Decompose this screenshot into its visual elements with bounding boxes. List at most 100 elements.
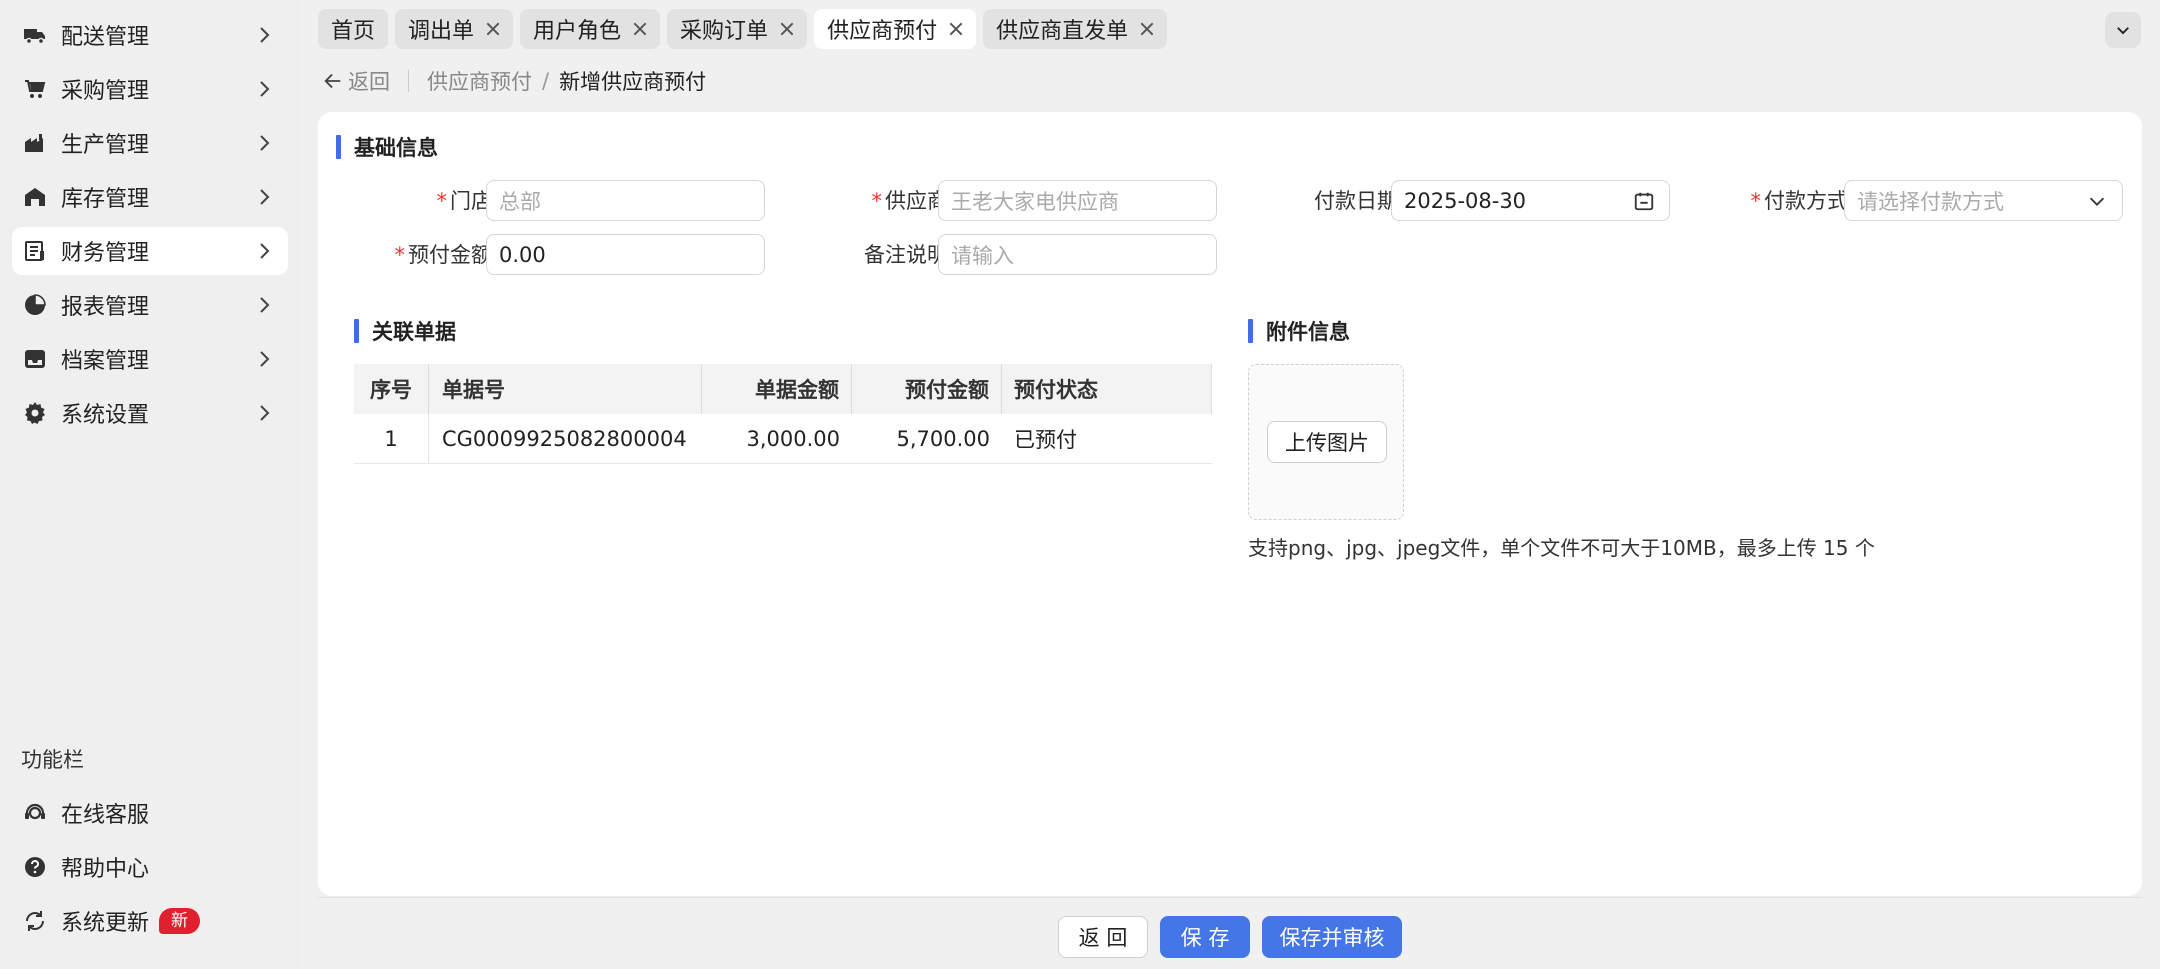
remark-field[interactable]: 请输入 [938, 234, 1217, 275]
tab-supplier-prepay[interactable]: 供应商预付 [814, 9, 977, 49]
payment-date-field[interactable]: 2025-08-30 [1391, 180, 1670, 221]
sidebar-item-archives[interactable]: 档案管理 [12, 335, 288, 383]
back-link[interactable]: 返回 [322, 66, 390, 96]
breadcrumb-divider [408, 70, 409, 92]
tab-bar: 首页 调出单 用户角色 采购订单 供应商预付 供应商直发单 [318, 9, 1168, 49]
payment-method-select[interactable]: 请选择付款方式 [1844, 180, 2123, 221]
function-bar-title: 功能栏 [21, 748, 84, 772]
refresh-icon [23, 909, 47, 933]
save-button[interactable]: 保 存 [1160, 916, 1250, 958]
form-card: 基础信息 * 门店 总部 * 供应商 王老大家电供应商 付款日期 2025-08-3… [318, 112, 2142, 896]
back-button[interactable]: 返 回 [1058, 916, 1148, 958]
tab-label: 采购订单 [680, 19, 769, 44]
save-and-approve-button[interactable]: 保存并审核 [1262, 916, 1402, 958]
tab-label: 供应商直发单 [996, 19, 1129, 44]
chevron-right-icon [260, 351, 270, 367]
sidebar-item-label: 采购管理 [61, 79, 150, 104]
sidebar-item-online-service[interactable]: 在线客服 [12, 789, 288, 837]
payment-date-label-text: 付款日期 [1314, 189, 1398, 213]
breadcrumb: 返回 供应商预付 / 新增供应商预付 [322, 66, 706, 96]
chevron-down-icon [2089, 197, 2105, 206]
sidebar-item-inventory[interactable]: 库存管理 [12, 173, 288, 221]
payment-date-label: 付款日期 [1198, 181, 1398, 221]
upload-image-button[interactable]: 上传图片 [1267, 421, 1387, 463]
sidebar-item-label: 系统设置 [61, 403, 150, 428]
chevron-right-icon [260, 297, 270, 313]
close-icon[interactable] [1140, 22, 1154, 36]
table-row[interactable]: 1 CG0009925082800004 3,000.00 5,700.00 已… [354, 414, 1212, 464]
sidebar-item-label: 帮助中心 [61, 857, 150, 882]
required-mark: * [394, 243, 406, 267]
col-header-status: 预付状态 [1002, 364, 1212, 414]
pie-chart-icon [23, 293, 47, 317]
col-header-doc: 单据号 [429, 364, 702, 414]
store-field[interactable]: 总部 [486, 180, 765, 221]
gear-icon [23, 401, 47, 425]
breadcrumb-parent[interactable]: 供应商预付 [427, 66, 532, 96]
prepay-amount-label-text: 预付金额 [408, 243, 492, 267]
upload-hint: 支持png、jpg、jpeg文件，单个文件不可大于10MB，最多上传 15 个 [1248, 536, 1875, 560]
chevron-right-icon [260, 27, 270, 43]
sidebar-item-reports[interactable]: 报表管理 [12, 281, 288, 329]
close-icon[interactable] [486, 22, 500, 36]
inbox-icon [23, 347, 47, 371]
cell-doc: CG0009925082800004 [442, 426, 687, 451]
section-title-text: 附件信息 [1266, 320, 1350, 344]
tab-home[interactable]: 首页 [318, 9, 389, 49]
basic-info-title: 基础信息 [336, 132, 438, 162]
table-header: 序号 单据号 单据金额 预付金额 预付状态 [354, 364, 1212, 414]
close-icon[interactable] [780, 22, 794, 36]
required-mark: * [1750, 189, 1762, 213]
prepay-amount-field[interactable]: 0.00 [486, 234, 765, 275]
tab-supplier-direct[interactable]: 供应商直发单 [983, 9, 1168, 49]
payment-date-value: 2025-08-30 [1404, 188, 1527, 213]
col-header-doc-amount: 单据金额 [702, 364, 852, 414]
section-marker [336, 135, 341, 159]
tab-list-dropdown[interactable] [2105, 12, 2141, 48]
sidebar-item-production[interactable]: 生产管理 [12, 119, 288, 167]
remark-label-text: 备注说明 [864, 243, 948, 267]
sidebar-item-help[interactable]: 帮助中心 [12, 843, 288, 891]
sidebar-item-purchase[interactable]: 采购管理 [12, 65, 288, 113]
tab-user-roles[interactable]: 用户角色 [520, 9, 661, 49]
prepay-amount-label: * 预付金额 [338, 235, 493, 275]
sidebar-item-system-update[interactable]: 系统更新 新 [12, 897, 288, 945]
required-mark: * [436, 189, 448, 213]
store-label: * 门店 [378, 181, 493, 221]
cart-icon [23, 77, 47, 101]
sidebar-item-finance[interactable]: 财务管理 [12, 227, 288, 275]
new-badge: 新 [159, 908, 201, 934]
payment-method-label-text: 付款方式 [1764, 189, 1848, 213]
tab-label: 调出单 [408, 19, 475, 44]
tab-transfer-out[interactable]: 调出单 [395, 9, 514, 49]
supplier-field[interactable]: 王老大家电供应商 [938, 180, 1217, 221]
sidebar: 配送管理 采购管理 生产管理 库存管理 财务管理 报表管理 档案管理 系统设置 … [0, 0, 300, 969]
remark-placeholder: 请输入 [951, 243, 1014, 268]
footer-divider [318, 897, 2142, 898]
sidebar-item-label: 财务管理 [61, 241, 150, 266]
section-title-text: 基础信息 [354, 136, 438, 160]
finance-icon [23, 239, 47, 263]
required-mark: * [871, 189, 883, 213]
chevron-right-icon [260, 189, 270, 205]
arrow-left-icon [324, 73, 341, 89]
remark-label: 备注说明 [748, 235, 948, 275]
payment-method-placeholder: 请选择付款方式 [1857, 189, 2004, 214]
sidebar-item-label: 系统更新 [61, 911, 150, 936]
close-icon[interactable] [633, 22, 647, 36]
cell-prepay: 5,700.00 [896, 426, 990, 451]
section-title-text: 关联单据 [372, 320, 456, 344]
tab-purchase-order[interactable]: 采购订单 [667, 9, 808, 49]
warehouse-icon [23, 185, 47, 209]
upload-area[interactable]: 上传图片 [1248, 364, 1404, 520]
sidebar-item-delivery[interactable]: 配送管理 [12, 11, 288, 59]
help-icon [23, 855, 47, 879]
headset-icon [23, 801, 47, 825]
chevron-right-icon [260, 81, 270, 97]
close-icon[interactable] [949, 22, 963, 36]
back-label: 返回 [348, 70, 390, 94]
related-docs-title: 关联单据 [354, 316, 456, 346]
sidebar-item-label: 在线客服 [61, 803, 150, 828]
sidebar-item-settings[interactable]: 系统设置 [12, 389, 288, 437]
chevron-right-icon [260, 405, 270, 421]
